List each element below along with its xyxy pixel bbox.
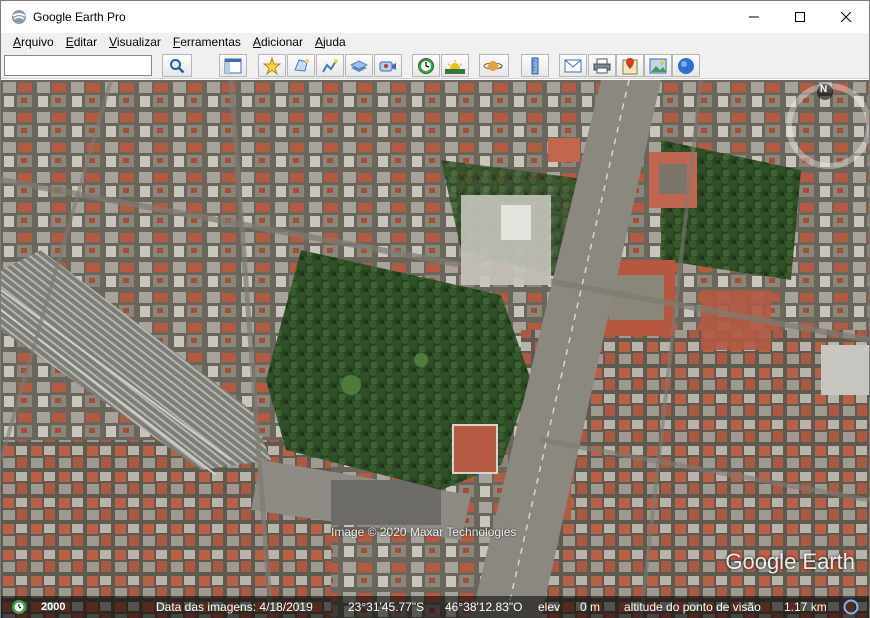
polygon-icon [294, 58, 309, 72]
google-earth-watermark: Google Earth [725, 549, 855, 574]
historical-imagery-button[interactable] [412, 54, 440, 77]
maps-icon [622, 57, 638, 74]
compass-north-label: N [820, 84, 828, 95]
sidebar-icon [224, 58, 242, 73]
menu-editar[interactable]: Editar [60, 33, 103, 52]
menu-adicionar[interactable]: Adicionar [247, 33, 309, 52]
sidebar-toggle-button[interactable] [219, 54, 247, 77]
menu-bar: Arquivo Editar Visualizar Ferramentas Ad… [1, 33, 869, 52]
ruler-button[interactable] [521, 54, 549, 77]
search-icon [170, 58, 185, 73]
window-title: Google Earth Pro [33, 10, 126, 24]
save-image-button[interactable] [644, 54, 672, 77]
menu-accelerator: A [13, 35, 22, 49]
minimize-button[interactable] [731, 1, 777, 33]
minimize-icon [749, 16, 759, 18]
placemark-icon [263, 56, 281, 75]
app-window: Google Earth Pro Arquivo Editar Visualiz… [0, 0, 870, 618]
elevation-value: 0 m [580, 600, 601, 614]
menu-arquivo[interactable]: Arquivo [7, 33, 60, 52]
toolbar [1, 52, 869, 79]
menu-ajuda[interactable]: Ajuda [309, 33, 352, 52]
menu-visualizar[interactable]: Visualizar [103, 33, 167, 52]
record-tour-button[interactable] [374, 54, 402, 77]
close-icon [841, 12, 851, 22]
email-icon [564, 59, 582, 72]
add-polygon-button[interactable] [287, 54, 315, 77]
menu-accelerator: A [252, 35, 261, 49]
planets-icon [483, 60, 503, 71]
save-image-icon [649, 58, 667, 73]
sunlight-icon [445, 59, 465, 74]
menu-ferramentas[interactable]: Ferramentas [167, 33, 247, 52]
status-bar: 2000 Data das imagens: 4/18/2019 23°31'4… [1, 596, 869, 618]
streaming-globe-icon [843, 599, 859, 615]
latitude: 23°31'45.77"S [348, 600, 425, 614]
menu-label: isualizar [116, 35, 161, 49]
elevation-label: elev [538, 600, 561, 614]
eye-altitude-label: altitude do ponto de visão [624, 600, 761, 614]
google-earth-web-button[interactable] [672, 54, 700, 77]
planets-button[interactable] [479, 54, 509, 77]
menu-accelerator: V [109, 35, 117, 49]
menu-label: erramentas [180, 35, 241, 49]
ruler-icon [531, 57, 539, 74]
imagery-date: Data das imagens: 4/18/2019 [156, 600, 313, 614]
historical-imagery-icon[interactable] [10, 599, 28, 615]
print-icon [593, 58, 611, 73]
email-button[interactable] [559, 54, 587, 77]
globe-icon [678, 57, 694, 74]
menu-label: rquivo [21, 35, 54, 49]
window-controls [731, 1, 869, 33]
maximize-button[interactable] [777, 1, 823, 33]
sunlight-button[interactable] [441, 54, 469, 77]
eye-altitude-value: 1.17 km [784, 600, 827, 614]
print-button[interactable] [588, 54, 616, 77]
historical-imagery-icon [418, 57, 434, 74]
menu-accelerator: E [65, 35, 74, 49]
add-overlay-button[interactable] [345, 54, 373, 77]
add-path-button[interactable] [316, 54, 344, 77]
map-view[interactable]: N Image © 2020 Maxar Technologies Google… [1, 80, 869, 618]
path-icon [322, 58, 338, 72]
google-earth-app-icon [12, 10, 26, 24]
overlay-icon [350, 60, 368, 72]
title-bar: Google Earth Pro [1, 1, 869, 33]
add-placemark-button[interactable] [258, 54, 286, 77]
menu-accelerator: A [314, 35, 323, 49]
menu-label: ditar [73, 35, 98, 49]
menu-label: dicionar [260, 35, 303, 49]
maximize-icon [795, 12, 805, 22]
search-input[interactable] [4, 55, 152, 76]
close-button[interactable] [823, 1, 869, 33]
search-button[interactable] [162, 54, 192, 77]
tour-icon [379, 61, 396, 71]
historical-year[interactable]: 2000 [41, 601, 65, 613]
imagery-copyright: Image © 2020 Maxar Technologies [331, 525, 517, 539]
view-in-maps-button[interactable] [616, 54, 644, 77]
menu-label: juda [322, 35, 346, 49]
longitude: 46°38'12.83"O [445, 600, 523, 614]
